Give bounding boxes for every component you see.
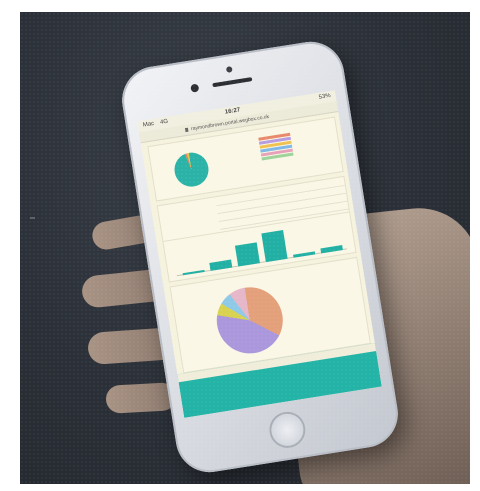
home-button[interactable] <box>266 409 308 451</box>
phone-screen: Mac ⠀4G 16:27 53% raymondbrown.portal.we… <box>137 90 382 418</box>
background-mark <box>30 217 35 219</box>
bar <box>293 251 316 258</box>
pie-notes <box>290 282 320 287</box>
dashboard-page <box>141 112 382 418</box>
proximity-sensor <box>225 66 233 73</box>
bar <box>261 230 288 263</box>
summary-legend <box>258 132 294 162</box>
summary-pie-chart <box>172 150 211 190</box>
earpiece-speaker <box>212 77 253 88</box>
front-camera-icon <box>190 83 200 93</box>
bar <box>209 259 233 271</box>
breakdown-pie-chart <box>212 282 288 359</box>
bar <box>234 242 260 267</box>
bar <box>320 245 343 254</box>
lock-icon <box>184 127 189 133</box>
bar <box>182 269 205 276</box>
photo-background: Mac ⠀4G 16:27 53% raymondbrown.portal.we… <box>20 12 470 484</box>
finger-4 <box>105 382 177 414</box>
